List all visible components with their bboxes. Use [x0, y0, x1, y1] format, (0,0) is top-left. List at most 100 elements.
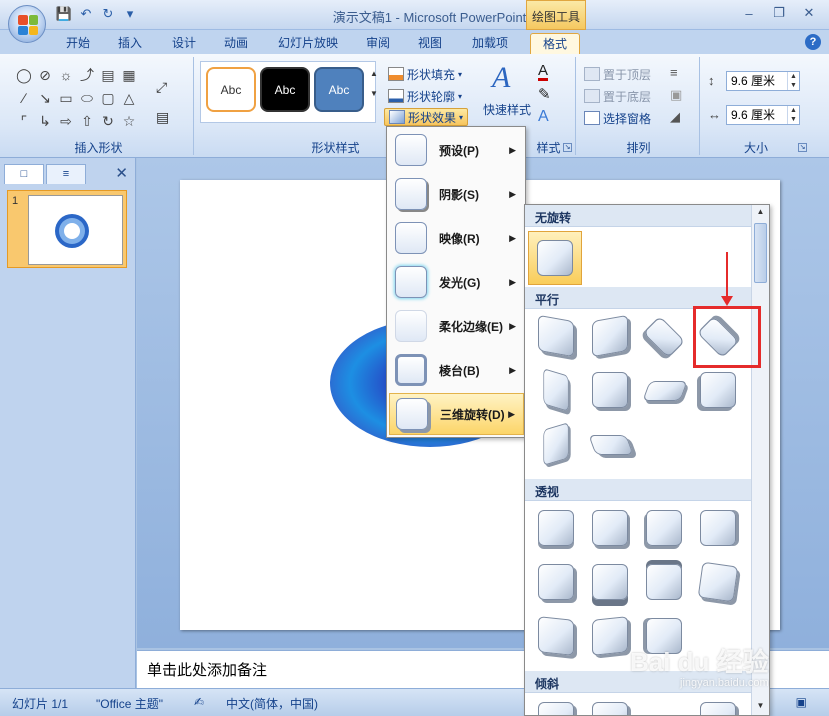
help-icon[interactable]: ? — [805, 34, 821, 50]
shapes-gallery[interactable]: ◯ ⊘ ☼ ⤴ ▤ ▦ ∕ ↘ ▭ ⬭ ▢ △ ⌜ ↳ ⇨ ⇧ ↻ ☆ — [14, 65, 144, 133]
minimize-icon[interactable]: – — [735, 4, 763, 22]
selection-pane-button[interactable]: 选择窗格 — [584, 109, 651, 127]
rounded-rect-shape-icon[interactable]: ▢ — [98, 88, 118, 110]
option-no-rotation[interactable] — [528, 231, 582, 285]
fit-window-icon[interactable]: ▣ — [796, 695, 807, 709]
bring-to-front-button[interactable]: 置于顶层 — [584, 65, 651, 83]
rectangle-shape-icon[interactable]: ▭ — [56, 88, 76, 110]
office-button[interactable] — [8, 5, 46, 43]
option-perspective-10[interactable] — [587, 613, 633, 659]
tab-animation[interactable]: 动画 — [220, 33, 252, 54]
menu-item-shadow[interactable]: 阴影(S) ▶ — [389, 173, 524, 215]
text-effects-icon[interactable]: A — [538, 109, 549, 125]
slides-tab-icon[interactable]: □ — [4, 164, 44, 184]
align-icon[interactable]: ≡ — [670, 65, 678, 80]
triangle-shape-icon[interactable]: △ — [119, 88, 139, 110]
vertical-textbox-shape-icon[interactable]: ▦ — [119, 65, 139, 87]
text-fill-icon[interactable]: A — [538, 63, 549, 81]
tab-slideshow[interactable]: 幻灯片放映 — [274, 33, 342, 54]
spellcheck-icon[interactable]: ✍ — [194, 695, 204, 709]
text-box-icon[interactable]: ▤ — [156, 109, 169, 126]
theme-name[interactable]: "Office 主题" — [96, 695, 163, 712]
tab-home[interactable]: 开始 — [62, 33, 94, 54]
curved-shape-icon[interactable]: ↻ — [98, 111, 118, 133]
sun-shape-icon[interactable]: ☼ — [56, 65, 76, 87]
oval-shape-icon[interactable]: ◯ — [14, 65, 34, 87]
size-dialog-launcher-icon[interactable]: ↘ — [798, 143, 807, 152]
up-arrow-shape-icon[interactable]: ⇧ — [77, 111, 97, 133]
outline-tab-icon[interactable]: ≡ — [46, 164, 86, 184]
edit-shape-icon[interactable]: ⤢ — [156, 79, 167, 96]
style-sample-blue[interactable]: Abc — [314, 67, 364, 112]
restore-icon[interactable]: ❐ — [765, 4, 793, 22]
option-oblique-1[interactable] — [533, 697, 579, 715]
scroll-thumb[interactable] — [754, 223, 767, 283]
close-icon[interactable]: ✕ — [795, 4, 823, 22]
option-perspective-1[interactable] — [533, 505, 579, 551]
tab-addins[interactable]: 加载项 — [468, 33, 512, 54]
option-parallel-2[interactable] — [587, 313, 633, 359]
gallery-scroll-up-icon[interactable]: ▲ — [370, 69, 378, 78]
option-oblique-2[interactable] — [587, 697, 633, 715]
shape-fill-button[interactable]: 形状填充 ▾ — [388, 65, 462, 83]
ellipse-shape-icon[interactable]: ⬭ — [77, 88, 97, 110]
menu-item-soft-edges[interactable]: 柔化边缘(E) ▶ — [389, 305, 524, 347]
shape-outline-button[interactable]: 形状轮廓 ▾ — [388, 87, 462, 105]
tab-insert[interactable]: 插入 — [114, 33, 146, 54]
option-parallel-10[interactable] — [587, 421, 634, 467]
option-parallel-3[interactable] — [641, 313, 687, 359]
option-parallel-9[interactable] — [533, 421, 579, 467]
quick-styles-button[interactable]: 快速样式 — [483, 101, 531, 118]
star-shape-icon[interactable]: ☆ — [119, 111, 139, 133]
option-oblique-3[interactable] — [695, 697, 741, 715]
option-perspective-7[interactable] — [641, 559, 687, 605]
slide-thumbnail[interactable]: 1 — [7, 190, 127, 268]
no-symbol-shape-icon[interactable]: ⊘ — [35, 65, 55, 87]
option-perspective-2[interactable] — [587, 505, 633, 551]
style-sample-black[interactable]: Abc — [260, 67, 310, 112]
option-parallel-6[interactable] — [587, 367, 633, 413]
quick-styles-icon[interactable]: A — [492, 61, 510, 95]
option-parallel-1[interactable] — [533, 313, 579, 359]
elbow-connector-shape-icon[interactable]: ⌜ — [14, 111, 34, 133]
menu-item-3d-rotation[interactable]: 三维旋转(D) ▶ — [389, 393, 524, 435]
option-parallel-5[interactable] — [533, 367, 579, 413]
option-perspective-9[interactable] — [533, 613, 579, 659]
option-perspective-4[interactable] — [695, 505, 741, 551]
style-sample-orange[interactable]: Abc — [206, 67, 256, 112]
tab-format[interactable]: 格式 — [530, 33, 580, 54]
line-shape-icon[interactable]: ∕ — [14, 88, 34, 110]
menu-item-bevel[interactable]: 棱台(B) ▶ — [389, 349, 524, 391]
option-perspective-5[interactable] — [533, 559, 579, 605]
group-icon[interactable]: ▣ — [670, 87, 682, 103]
rotate-icon[interactable]: ◢ — [670, 109, 680, 125]
option-perspective-6[interactable] — [587, 559, 633, 605]
height-spin-icon[interactable]: ▲ ▼ — [787, 72, 799, 90]
width-field[interactable]: 9.6 厘米 ▲ ▼ — [726, 105, 800, 125]
option-parallel-7[interactable] — [641, 367, 688, 413]
close-pane-icon[interactable]: ✕ — [115, 164, 128, 182]
arrow-line-shape-icon[interactable]: ↘ — [35, 88, 55, 110]
tab-view[interactable]: 视图 — [414, 33, 446, 54]
tab-review[interactable]: 审阅 — [362, 33, 394, 54]
menu-item-glow[interactable]: 发光(G) ▶ — [389, 261, 524, 303]
language-indicator[interactable]: 中文(简体，中国) — [226, 695, 318, 712]
gallery-scroll-down-icon[interactable]: ▼ — [370, 89, 378, 98]
height-field[interactable]: 9.6 厘米 ▲ ▼ — [726, 71, 800, 91]
width-spin-icon[interactable]: ▲ ▼ — [787, 106, 799, 124]
shape-effects-button[interactable]: 形状效果 ▾ — [384, 108, 469, 126]
scroll-down-icon[interactable]: ▼ — [754, 701, 767, 715]
dialog-launcher-icon[interactable]: ↘ — [563, 143, 572, 152]
elbow-arrow-shape-icon[interactable]: ↳ — [35, 111, 55, 133]
bent-arrow-shape-icon[interactable]: ⤴ — [77, 65, 97, 87]
option-parallel-8[interactable] — [695, 367, 741, 413]
scroll-up-icon[interactable]: ▲ — [754, 207, 767, 221]
block-arrow-shape-icon[interactable]: ⇨ — [56, 111, 76, 133]
option-perspective-3[interactable] — [641, 505, 687, 551]
gallery-scrollbar[interactable]: ▲ ▼ — [751, 205, 769, 715]
menu-item-reflection[interactable]: 映像(R) ▶ — [389, 217, 524, 259]
menu-item-preset[interactable]: 预设(P) ▶ — [389, 129, 524, 171]
option-perspective-8[interactable] — [695, 559, 741, 605]
text-outline-icon[interactable]: ✎ — [538, 87, 551, 102]
send-to-back-button[interactable]: 置于底层 — [584, 87, 651, 105]
